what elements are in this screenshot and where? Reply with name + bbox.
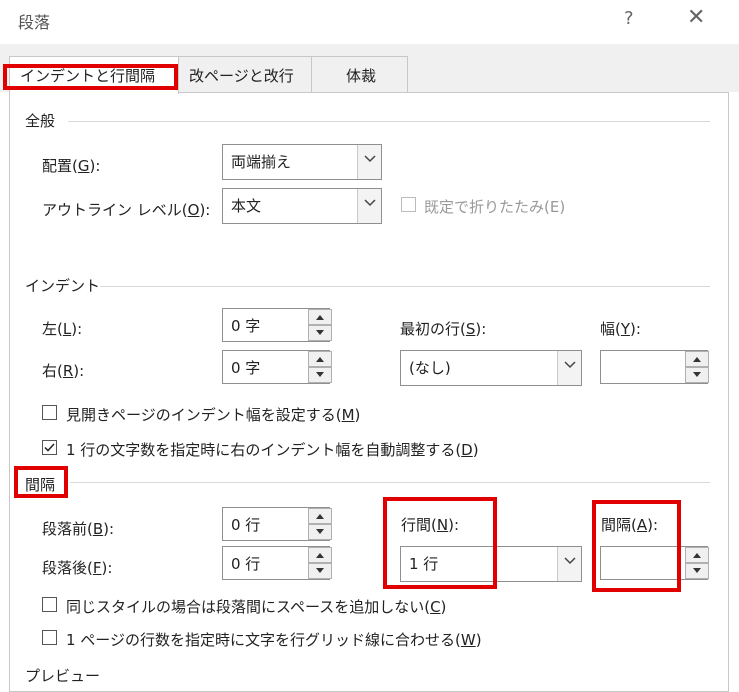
spin-up-icon[interactable] — [308, 351, 332, 367]
section-heading-general: 全般 — [25, 112, 56, 130]
collapse-default-checkbox[interactable] — [401, 197, 416, 212]
spin-down-icon[interactable] — [685, 563, 709, 579]
mirror-indents-label: 見開きページのインデント幅を設定する(M) — [66, 406, 361, 424]
alignment-label: 配置(G): — [42, 157, 101, 175]
divider — [68, 121, 710, 122]
section-heading-preview: プレビュー — [25, 667, 101, 685]
line-spacing-dropdown[interactable]: 1 行 — [400, 546, 582, 582]
spin-up-icon[interactable] — [308, 547, 332, 563]
spin-down-icon[interactable] — [308, 325, 332, 341]
tab-page-breaks[interactable]: 改ページと改行 — [178, 56, 312, 92]
first-line-dropdown[interactable]: (なし) — [400, 350, 582, 386]
space-before-spinner[interactable] — [308, 508, 332, 540]
tab-typography[interactable]: 体裁 — [311, 56, 408, 92]
left-indent-label: 左(L): — [42, 320, 83, 338]
spacing-at-label: 間隔(A): — [601, 516, 659, 534]
no-space-same-style-checkbox[interactable] — [42, 597, 57, 612]
mirror-indents-checkbox[interactable] — [42, 405, 57, 420]
spin-down-icon[interactable] — [685, 367, 709, 383]
left-indent-spinner[interactable] — [308, 309, 332, 341]
chevron-down-icon[interactable] — [357, 189, 381, 223]
tab-indent-spacing[interactable]: インデントと行間隔 — [9, 56, 179, 94]
spin-down-icon[interactable] — [308, 524, 332, 540]
snap-to-grid-checkbox[interactable] — [42, 630, 57, 645]
spin-up-icon[interactable] — [685, 547, 709, 563]
spin-up-icon[interactable] — [308, 309, 332, 325]
indent-width-label: 幅(Y): — [600, 320, 641, 338]
collapse-default-label: 既定で折りたたみ(E) — [424, 198, 566, 216]
space-before-label: 段落前(B): — [42, 520, 115, 538]
divider — [100, 286, 710, 287]
spin-up-icon[interactable] — [308, 508, 332, 524]
indent-width-spinner[interactable] — [685, 351, 709, 383]
right-indent-label: 右(R): — [42, 362, 85, 380]
chevron-down-icon[interactable] — [357, 145, 381, 179]
first-line-label: 最初の行(S): — [400, 320, 487, 338]
section-heading-indent: インデント — [25, 277, 101, 295]
auto-adjust-indent-label: 1 行の文字数を指定時に右のインデント幅を自動調整する(D) — [66, 441, 479, 459]
spin-down-icon[interactable] — [308, 563, 332, 579]
dialog-title: 段落 — [18, 13, 51, 32]
chevron-down-icon[interactable] — [557, 351, 581, 385]
no-space-same-style-label: 同じスタイルの場合は段落間にスペースを追加しない(C) — [66, 598, 447, 616]
auto-adjust-indent-checkbox[interactable] — [42, 440, 57, 455]
checkmark-icon — [44, 443, 55, 452]
spacing-at-spinner[interactable] — [685, 547, 709, 579]
space-after-label: 段落後(F): — [42, 559, 113, 577]
outline-level-label: アウトライン レベル(O): — [42, 201, 211, 219]
spin-up-icon[interactable] — [685, 351, 709, 367]
chevron-down-icon[interactable] — [557, 547, 581, 581]
line-spacing-label: 行間(N): — [401, 516, 459, 534]
space-after-spinner[interactable] — [308, 547, 332, 579]
right-indent-spinner[interactable] — [308, 351, 332, 383]
close-button[interactable]: ✕ — [687, 5, 705, 30]
spin-down-icon[interactable] — [308, 367, 332, 383]
divider — [70, 482, 710, 483]
snap-to-grid-label: 1 ページの行数を指定時に文字を行グリッド線に合わせる(W) — [66, 631, 482, 649]
help-button[interactable]: ? — [624, 8, 634, 29]
section-heading-spacing: 間隔 — [25, 476, 56, 494]
